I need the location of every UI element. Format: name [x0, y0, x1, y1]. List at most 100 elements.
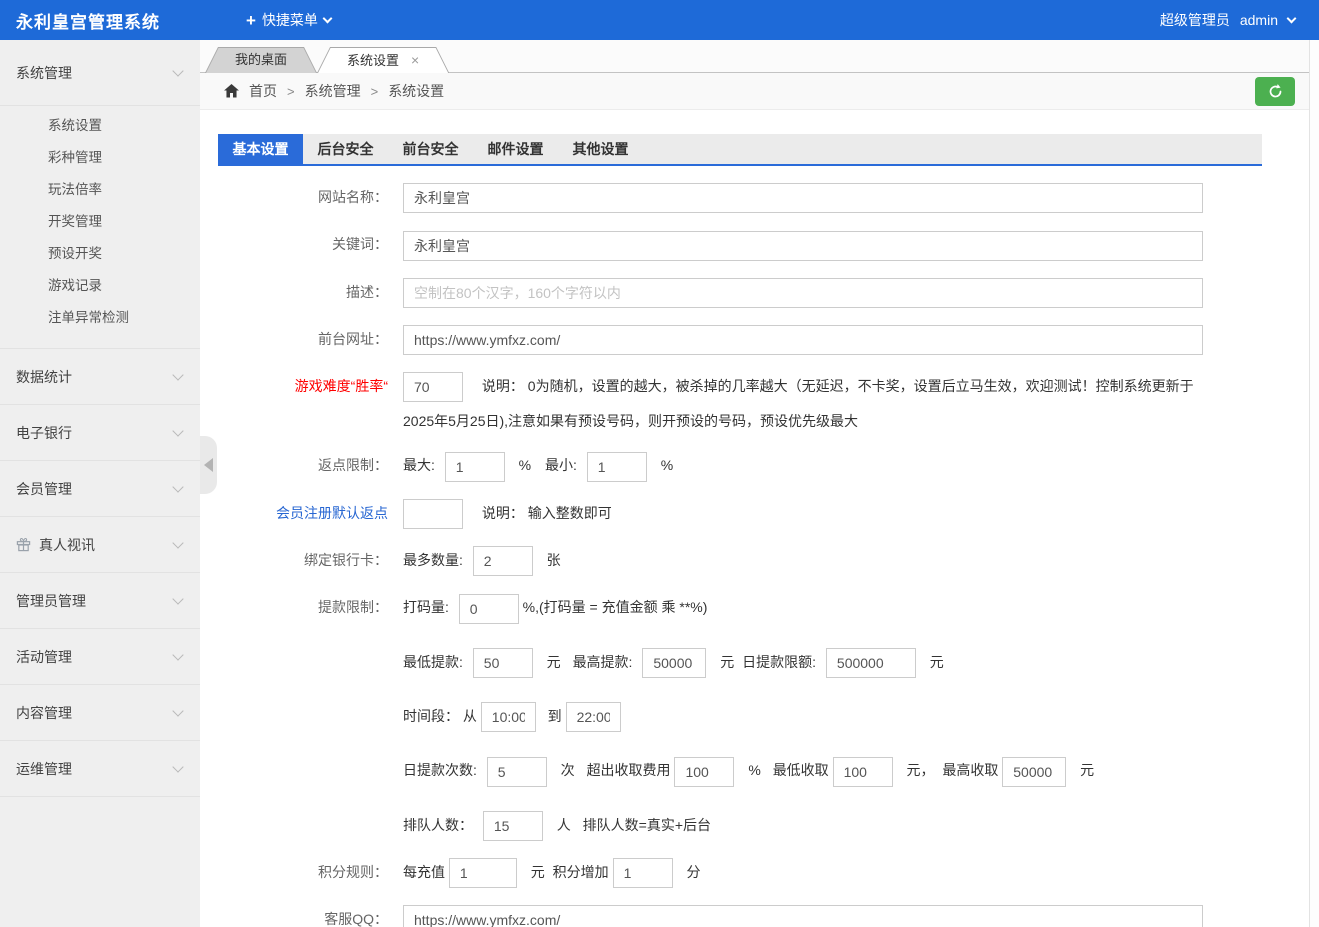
chevron-down-icon [172, 649, 183, 660]
site-url-input[interactable] [403, 325, 1203, 355]
default-rebate-input[interactable] [403, 499, 463, 529]
withdraw-limit-label: 提款限制： [218, 592, 388, 622]
difficulty-note-line1: 说明： 0为随机，设置的越大，被杀掉的几率越大（无延迟，不卡奖，设置后立马生效，… [482, 378, 1194, 394]
sidebar-group-content[interactable]: 内容管理 [0, 685, 200, 741]
chevron-down-icon [172, 425, 183, 436]
queue-unit: 人 [557, 817, 571, 833]
tab-basic-settings[interactable]: 基本设置 [218, 134, 303, 164]
sidebar-item-bet-anomaly[interactable]: 注单异常检测 [0, 302, 200, 334]
chevron-down-icon [322, 13, 332, 23]
sidebar: 系统管理 系统设置 彩种管理 玩法倍率 开奖管理 预设开奖 游戏记录 注单异常检… [0, 40, 200, 927]
website-name-input[interactable] [403, 183, 1203, 213]
excess-fee-input[interactable] [674, 757, 734, 787]
daily-limit-unit: 元 [930, 654, 944, 670]
keywords-label: 关键词： [218, 229, 388, 259]
tab-system-settings[interactable]: 系统设置× [317, 47, 449, 73]
queue-input[interactable] [483, 811, 543, 841]
vertical-scrollbar[interactable] [1309, 40, 1319, 927]
username: admin [1240, 12, 1278, 28]
excess-fee-unit: % [748, 762, 760, 778]
sidebar-submenu-system: 系统设置 彩种管理 玩法倍率 开奖管理 预设开奖 游戏记录 注单异常检测 [0, 106, 200, 349]
daily-limit-input[interactable] [826, 648, 916, 678]
points-recharge-input[interactable] [449, 858, 517, 888]
sidebar-item-draw-management[interactable]: 开奖管理 [0, 206, 200, 238]
bank-card-row: 绑定银行卡： 最多数量: 张 [218, 545, 1319, 576]
max-withdraw-input[interactable] [642, 648, 706, 678]
sidebar-item-play-odds[interactable]: 玩法倍率 [0, 174, 200, 206]
chevron-down-icon [172, 705, 183, 716]
main-area: 我的桌面 系统设置× 首页 > 系统管理 > 系统设置 [200, 40, 1319, 927]
points-add-input[interactable] [613, 858, 673, 888]
quick-menu-button[interactable]: + 快捷菜单 [246, 10, 331, 30]
breadcrumb-separator: > [287, 84, 295, 99]
time-range-row: 时间段： 从 到 [218, 701, 1319, 732]
time-range-label: 时间段： [403, 708, 459, 724]
website-name-row: 网站名称： [218, 182, 1319, 213]
user-menu[interactable]: 超级管理员 admin [1160, 10, 1319, 30]
breadcrumb-system-settings[interactable]: 系统设置 [388, 81, 444, 101]
min-fee-input[interactable] [833, 757, 893, 787]
default-rebate-label[interactable]: 会员注册默认返点 [218, 498, 388, 528]
close-icon[interactable]: × [411, 52, 419, 68]
tab-frontend-security[interactable]: 前台安全 [388, 134, 473, 164]
sidebar-item-preset-draw[interactable]: 预设开奖 [0, 238, 200, 270]
sidebar-group-statistics[interactable]: 数据统计 [0, 349, 200, 405]
min-fee-unit: 元， [906, 762, 934, 778]
min-withdraw-unit: 元 [547, 654, 561, 670]
keywords-input[interactable] [403, 231, 1203, 261]
chevron-down-icon [172, 369, 183, 380]
settings-panel: 基本设置 后台安全 前台安全 邮件设置 其他设置 网站名称： 关键词： 描述： [200, 110, 1319, 927]
difficulty-label: 游戏难度“胜率“ [218, 371, 388, 401]
description-input[interactable] [403, 278, 1203, 308]
time-to-input[interactable] [566, 702, 621, 732]
withdraw-times-input[interactable] [487, 757, 547, 787]
service-qq-input[interactable] [403, 905, 1203, 927]
breadcrumb-system-management[interactable]: 系统管理 [305, 81, 361, 101]
rebate-min-input[interactable] [587, 452, 647, 482]
app-title: 永利皇宫管理系统 [0, 8, 176, 33]
daily-limit-label: 日提款限额: [742, 654, 816, 670]
window-tab-strip: 我的桌面 系统设置× [200, 40, 1319, 73]
dama-input[interactable] [459, 594, 519, 624]
tab-backend-security[interactable]: 后台安全 [303, 134, 388, 164]
difficulty-input[interactable] [403, 372, 463, 402]
difficulty-row: 游戏难度“胜率“ 说明： 0为随机，设置的越大，被杀掉的几率越大（无延迟，不卡奖… [218, 371, 1319, 434]
points-row: 积分规则： 每充值 元 积分增加 分 [218, 857, 1319, 888]
min-withdraw-input[interactable] [473, 648, 533, 678]
sidebar-group-members[interactable]: 会员管理 [0, 461, 200, 517]
queue-note: 排队人数=真实+后台 [583, 817, 711, 833]
time-from-label: 从 [463, 708, 477, 724]
sidebar-group-ebank[interactable]: 电子银行 [0, 405, 200, 461]
sidebar-item-system-settings[interactable]: 系统设置 [0, 110, 200, 142]
chevron-down-icon [1287, 13, 1297, 23]
time-from-input[interactable] [481, 702, 536, 732]
max-fee-input[interactable] [1002, 757, 1066, 787]
user-role: 超级管理员 [1160, 10, 1230, 30]
chevron-down-icon [172, 65, 183, 76]
chevron-down-icon [172, 537, 183, 548]
sidebar-group-operations[interactable]: 运维管理 [0, 741, 200, 797]
rebate-limit-row: 返点限制： 最大: % 最小: % [218, 450, 1319, 481]
sidebar-item-lottery-management[interactable]: 彩种管理 [0, 142, 200, 174]
sidebar-group-activities[interactable]: 活动管理 [0, 629, 200, 685]
service-qq-label: 客服QQ： [218, 904, 388, 927]
tab-my-desktop[interactable]: 我的桌面 [205, 47, 317, 73]
excess-fee-label: 超出收取费用 [587, 762, 671, 778]
rebate-max-input[interactable] [445, 452, 505, 482]
max-withdraw-label: 最高提款: [573, 654, 633, 670]
default-rebate-note: 说明： 输入整数即可 [482, 505, 612, 521]
bank-card-count-input[interactable] [473, 546, 533, 576]
withdraw-amounts-row: 最低提款: 元 最高提款: 元 日提款限额: 元 [218, 647, 1319, 678]
sidebar-collapse-handle[interactable] [200, 436, 217, 494]
sidebar-item-game-records[interactable]: 游戏记录 [0, 270, 200, 302]
sidebar-group-live-video[interactable]: 真人视讯 [0, 517, 200, 573]
queue-label: 排队人数： [403, 817, 473, 833]
tab-other-settings[interactable]: 其他设置 [558, 134, 643, 164]
sidebar-group-admins[interactable]: 管理员管理 [0, 573, 200, 629]
sidebar-group-system[interactable]: 系统管理 [0, 40, 200, 106]
tab-mail-settings[interactable]: 邮件设置 [473, 134, 558, 164]
points-add-label: 积分增加 [553, 864, 609, 880]
breadcrumb-home[interactable]: 首页 [249, 81, 277, 101]
refresh-button[interactable] [1255, 77, 1295, 106]
bank-card-label: 绑定银行卡： [218, 545, 388, 575]
